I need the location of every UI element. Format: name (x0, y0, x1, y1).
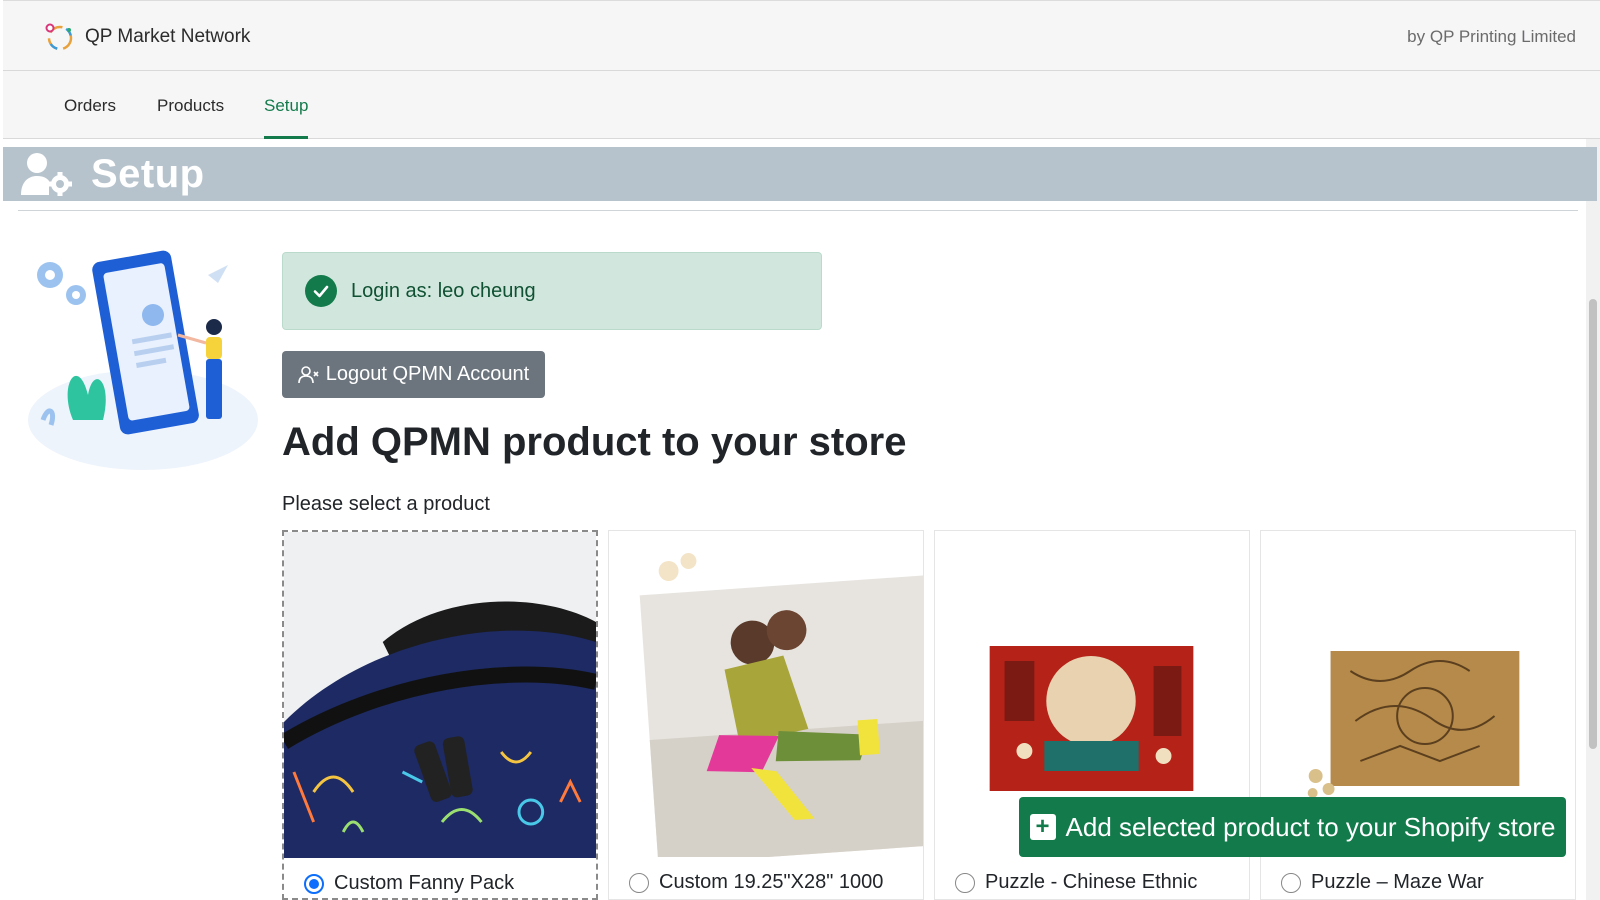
radio-selected[interactable] (304, 873, 324, 894)
custom-puzzle-image (609, 531, 923, 857)
tab-products[interactable]: Products (157, 96, 224, 139)
byline: by QP Printing Limited (1407, 27, 1576, 46)
product-label: Puzzle - Chinese Ethnic (985, 871, 1198, 893)
tab-orders[interactable]: Orders (64, 96, 116, 139)
product-card-fanny-pack[interactable]: Custom Fanny Pack (282, 530, 598, 900)
check-circle-icon (305, 275, 337, 307)
tab-setup[interactable]: Setup (264, 96, 309, 139)
product-option-fanny-pack[interactable]: Custom Fanny Pack (304, 872, 514, 895)
user-settings-icon (21, 153, 72, 196)
brand-name: QP Market Network (85, 26, 251, 47)
logout-button[interactable]: Logout QPMN Account (282, 351, 545, 398)
plus-square-icon: + (1029, 814, 1056, 840)
scrollbar[interactable] (1586, 139, 1600, 900)
add-to-shopify-label: Add selected product to your Shopify sto… (1065, 811, 1556, 842)
page-heading: Add QPMN product to your store (282, 420, 907, 464)
product-option-custom-puzzle[interactable]: Custom 19.25"X28" 1000 (629, 871, 883, 894)
product-option-chinese-ethnic-puzzle[interactable]: Puzzle - Chinese Ethnic (955, 871, 1197, 894)
login-status-alert: Login as: leo cheung (282, 252, 822, 330)
nav-tabs: Orders Products Setup (3, 71, 1600, 139)
product-card-custom-puzzle[interactable]: Custom 19.25"X28" 1000 (608, 530, 924, 900)
radio-unselected[interactable] (629, 872, 649, 893)
fanny-pack-image (284, 532, 596, 858)
logout-label: Logout QPMN Account (325, 363, 530, 385)
brand[interactable]: QP Market Network (43, 21, 250, 53)
setup-title: Setup (91, 151, 205, 196)
user-x-icon (297, 365, 319, 383)
add-to-shopify-button[interactable]: + Add selected product to your Shopify s… (1019, 797, 1566, 857)
setup-banner: Setup (3, 147, 1597, 201)
product-option-maze-war-puzzle[interactable]: Puzzle – Maze War (1281, 871, 1484, 894)
product-label: Custom Fanny Pack (334, 872, 515, 894)
radio-unselected[interactable] (955, 872, 975, 893)
qpmn-logo-icon (45, 23, 73, 51)
radio-unselected[interactable] (1281, 872, 1301, 893)
product-select-prompt: Please select a product (282, 493, 490, 515)
product-label: Puzzle – Maze War (1311, 871, 1484, 893)
phone-profile-illustration (28, 250, 258, 470)
scroll-thumb[interactable] (1589, 299, 1597, 749)
product-label: Custom 19.25"X28" 1000 (659, 871, 884, 893)
login-status-text: Login as: leo cheung (351, 279, 536, 302)
app-header: QP Market Network by QP Printing Limited (3, 0, 1600, 71)
divider (18, 210, 1578, 211)
